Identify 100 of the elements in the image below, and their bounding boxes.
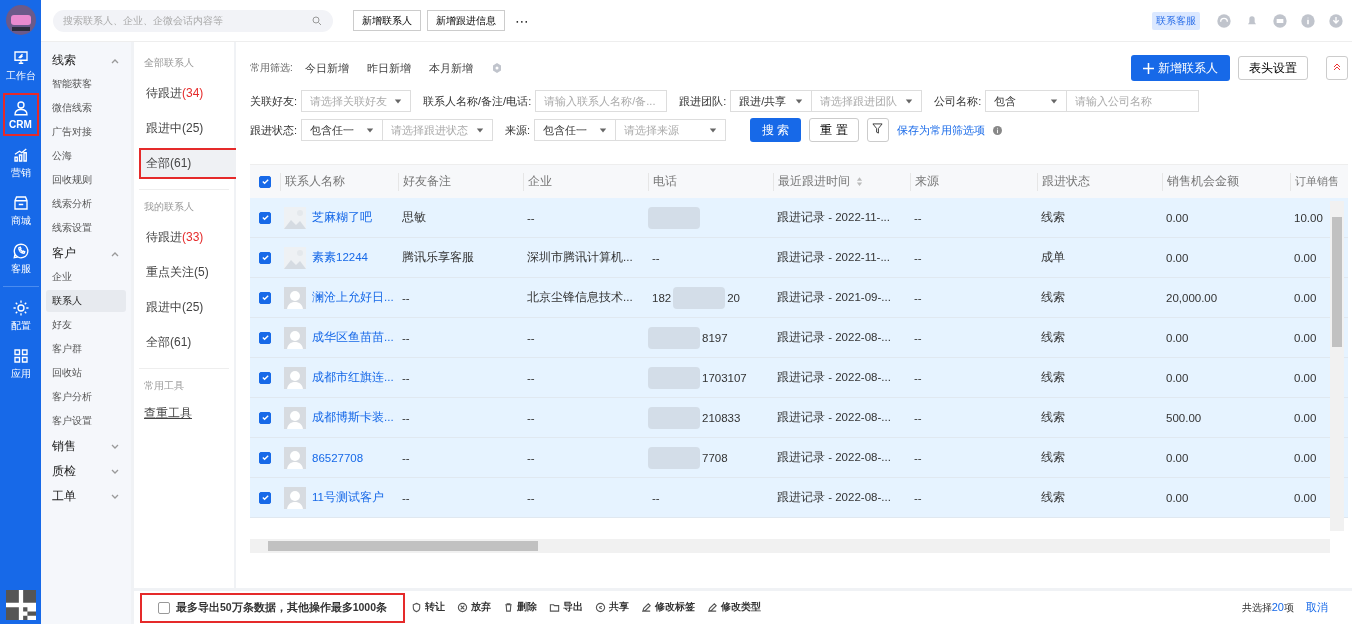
- contact-link[interactable]: 澜沧上允好日...: [312, 290, 394, 305]
- rail-item[interactable]: 营销: [2, 142, 39, 184]
- nav-item[interactable]: 回收站: [46, 362, 126, 384]
- checkbox[interactable]: [259, 291, 271, 304]
- bar-chart-icon: [11, 146, 30, 164]
- quick-filter[interactable]: 本月新增: [428, 60, 473, 76]
- column-header[interactable]: 企业: [528, 173, 552, 190]
- add-contact-button[interactable]: 新增联系人: [1131, 55, 1230, 81]
- select-field[interactable]: 包含: [985, 90, 1068, 112]
- filter-item[interactable]: 待跟进(33): [139, 222, 229, 253]
- search-button[interactable]: 搜 索: [750, 118, 802, 142]
- checkbox[interactable]: [259, 251, 271, 264]
- quick-filter[interactable]: 昨日新增: [366, 60, 411, 76]
- nav-item[interactable]: 智能获客: [46, 73, 126, 95]
- checkbox[interactable]: [259, 211, 271, 224]
- rail-item[interactable]: 工作台: [2, 45, 39, 87]
- contact-link[interactable]: 芝麻糊了吧: [312, 210, 372, 225]
- nav-item[interactable]: 企业: [46, 266, 126, 288]
- nav-item[interactable]: 好友: [46, 314, 126, 336]
- select-field[interactable]: 跟进/共享: [730, 90, 813, 112]
- bulk-action[interactable]: 删除: [503, 601, 538, 614]
- table-cell: 跟进记录 - 2022-08-...: [777, 330, 891, 345]
- collapse-button[interactable]: [1326, 56, 1348, 80]
- contact-link[interactable]: 成华区鱼苗苗...: [312, 330, 394, 345]
- filter-item[interactable]: 全部(61): [139, 148, 238, 179]
- table-cell: --: [914, 331, 922, 344]
- scrollbar[interactable]: [1330, 201, 1344, 531]
- bulk-action[interactable]: 修改标签: [641, 601, 696, 614]
- nav-item[interactable]: 公海: [46, 145, 126, 167]
- checkbox[interactable]: [259, 175, 271, 188]
- table-cell: --: [527, 331, 535, 344]
- checkbox[interactable]: [259, 411, 271, 424]
- checkbox[interactable]: [259, 331, 271, 344]
- contact-link[interactable]: 成都博斯卡装...: [312, 410, 394, 425]
- column-header[interactable]: 联系人名称: [285, 173, 345, 190]
- table-cell: 线索: [1041, 290, 1065, 305]
- cancel-link[interactable]: 取消: [1306, 600, 1328, 615]
- nav-item[interactable]: 回收规则: [46, 169, 126, 191]
- phone-text: 20: [727, 291, 740, 304]
- nav-group[interactable]: 销售: [46, 434, 126, 459]
- nav-item[interactable]: 线索分析: [46, 193, 126, 215]
- nav-group[interactable]: 工单: [46, 484, 126, 509]
- bulk-action[interactable]: 放弃: [457, 601, 492, 614]
- bulk-action[interactable]: 导出: [549, 601, 584, 614]
- reset-button[interactable]: 重 置: [809, 118, 859, 142]
- nav-item[interactable]: 客户群: [46, 338, 126, 360]
- toolbar-button[interactable]: 新增跟进信息: [427, 10, 505, 31]
- nav-item[interactable]: 微信线索: [46, 97, 126, 119]
- filter-button[interactable]: [866, 118, 889, 142]
- toolbar-button[interactable]: 新增联系人: [353, 10, 421, 31]
- scrollbar[interactable]: [250, 539, 1330, 553]
- checkbox[interactable]: [259, 451, 271, 464]
- filter-item[interactable]: 跟进中(25): [139, 292, 229, 323]
- folder-icon: [549, 602, 561, 613]
- bulk-action[interactable]: 转让: [411, 601, 446, 614]
- rail-item[interactable]: 商城: [2, 190, 39, 232]
- column-header[interactable]: 最近跟进时间: [778, 173, 850, 190]
- bulk-action[interactable]: 共享: [595, 601, 630, 614]
- column-settings-button[interactable]: 表头设置: [1238, 56, 1308, 80]
- rail-item[interactable]: 配置: [2, 286, 39, 337]
- select-field[interactable]: 包含任一: [301, 119, 384, 141]
- column-header[interactable]: 好友备注: [403, 173, 451, 190]
- column-header[interactable]: 电话: [653, 173, 677, 190]
- nav-group[interactable]: 客户: [46, 241, 126, 266]
- support-badge[interactable]: 联系客服: [1152, 11, 1200, 30]
- quick-filter[interactable]: 今日新增: [304, 60, 349, 76]
- nav-item[interactable]: 联系人: [46, 290, 126, 312]
- filter-item[interactable]: 重点关注(5): [139, 257, 229, 288]
- save-filter-link[interactable]: 保存为常用筛选项: [896, 122, 985, 138]
- info-icon[interactable]: [992, 125, 1002, 135]
- nav-item[interactable]: 线索设置: [46, 217, 126, 239]
- tool-link[interactable]: 查重工具: [139, 401, 197, 426]
- rail-item[interactable]: 应用: [2, 343, 39, 385]
- checkbox[interactable]: [158, 601, 170, 614]
- table-cell: 0.00: [1294, 291, 1317, 304]
- filter-item[interactable]: 待跟进(34): [139, 78, 229, 109]
- contact-link[interactable]: 成都市红旗连...: [312, 370, 394, 385]
- table-cell: --: [914, 371, 922, 384]
- checkbox[interactable]: [259, 491, 271, 504]
- filter-item[interactable]: 全部(61): [139, 327, 229, 358]
- column-header[interactable]: 订单销售: [1295, 174, 1339, 189]
- rail-item[interactable]: CRM: [2, 93, 39, 136]
- nav-group[interactable]: 质检: [46, 459, 126, 484]
- contact-link[interactable]: 11号测试客户: [312, 490, 384, 505]
- rail-item[interactable]: 客服: [2, 238, 39, 280]
- checkbox[interactable]: [259, 371, 271, 384]
- contact-link[interactable]: 素素12244: [312, 250, 368, 265]
- column-header[interactable]: 销售机会金额: [1167, 173, 1239, 190]
- nav-item[interactable]: 客户设置: [46, 410, 126, 432]
- column-header[interactable]: 来源: [915, 173, 939, 190]
- column-header[interactable]: 跟进状态: [1042, 173, 1090, 190]
- nav-item[interactable]: 广告对接: [46, 121, 126, 143]
- select-field[interactable]: 包含任一: [534, 119, 617, 141]
- more-button[interactable]: ⋯: [515, 12, 529, 29]
- contact-link[interactable]: 86527708: [312, 451, 364, 464]
- bulk-action[interactable]: 修改类型: [707, 601, 762, 614]
- nav-group[interactable]: 线索: [46, 48, 126, 73]
- nav-item[interactable]: 客户分析: [46, 386, 126, 408]
- filter-item[interactable]: 跟进中(25): [139, 113, 229, 144]
- phone-text: --: [652, 491, 660, 504]
